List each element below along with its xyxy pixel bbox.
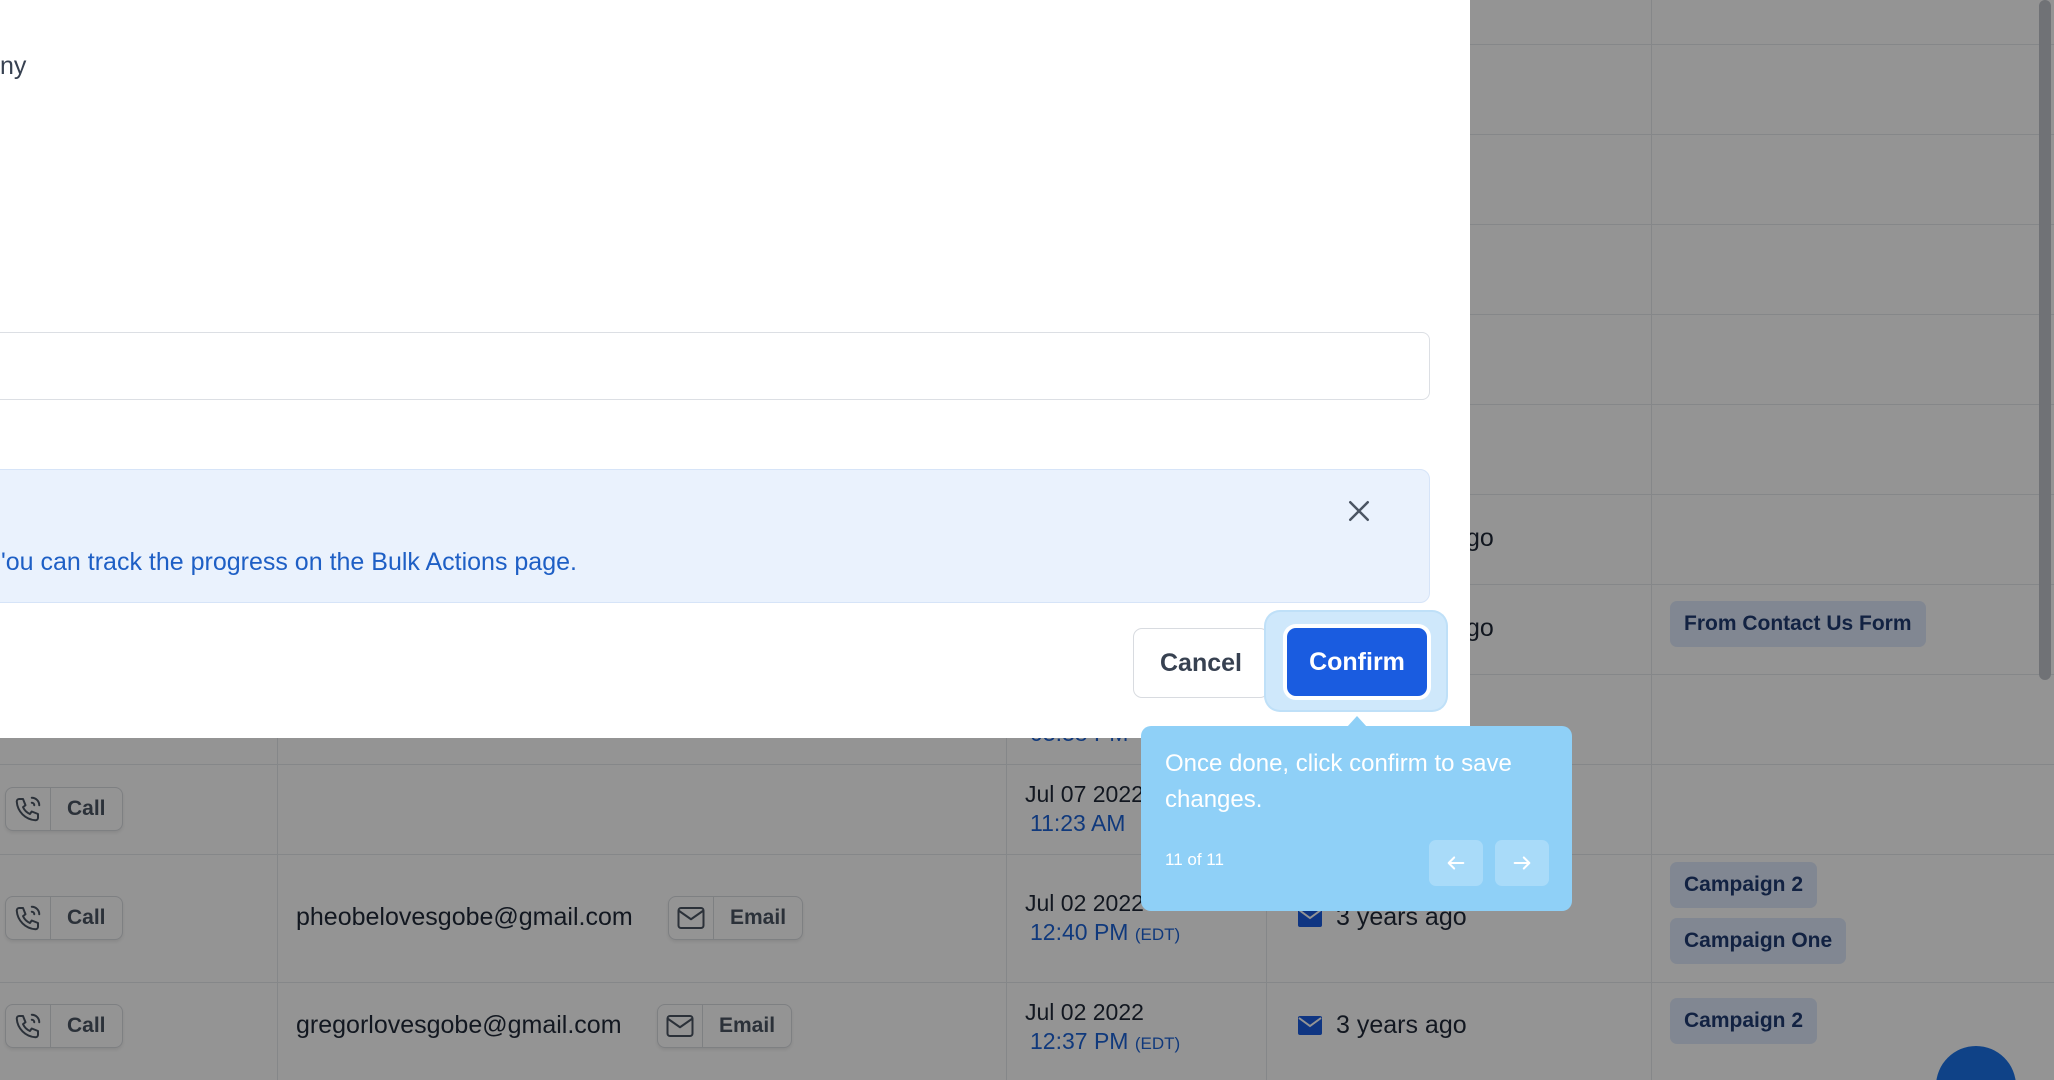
guide-tooltip: Once done, click confirm to save changes… (1141, 726, 1572, 911)
tooltip-step-counter: 11 of 11 (1165, 850, 1224, 869)
field-value-text: ny (0, 52, 27, 80)
arrow-right-icon (1513, 856, 1531, 870)
bulk-action-modal: ny 'ou can track the progress on the Bul… (0, 0, 1470, 738)
info-alert: 'ou can track the progress on the Bulk A… (0, 469, 1430, 603)
info-alert-message: 'ou can track the progress on the Bulk A… (1, 548, 577, 576)
close-icon[interactable] (1344, 496, 1374, 526)
tooltip-next-button[interactable] (1495, 840, 1549, 886)
arrow-left-icon (1447, 856, 1465, 870)
modal-input-field[interactable] (0, 332, 1430, 400)
confirm-button[interactable]: Confirm (1287, 628, 1427, 696)
cancel-button[interactable]: Cancel (1133, 628, 1269, 698)
app-screen: go go From Contact Us Form 03:38 PM Call… (0, 0, 2054, 1080)
tooltip-prev-button[interactable] (1429, 840, 1483, 886)
tooltip-message: Once done, click confirm to save changes… (1165, 750, 1512, 813)
